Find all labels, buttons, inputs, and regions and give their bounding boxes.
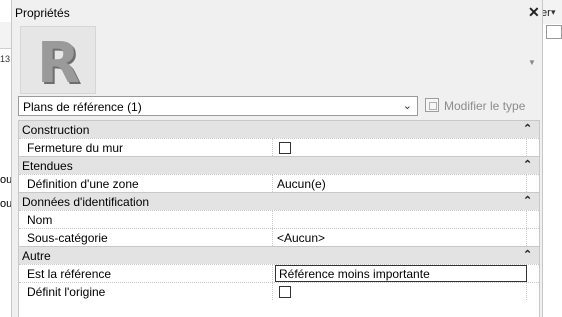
- chevron-down-icon: ⌄: [402, 100, 412, 112]
- properties-palette: Propriétés ✕ R ▼ Plans de référence (1) …: [11, 0, 543, 317]
- property-row: Fermeture du mur: [19, 138, 539, 156]
- properties-grid: Construction ⌃ Fermeture du mur Etendues…: [18, 120, 540, 317]
- background-right-fragment: er ▾: [541, 0, 562, 317]
- palette-titlebar[interactable]: Propriétés ✕: [12, 0, 542, 24]
- chevron-down-icon[interactable]: ▾: [551, 7, 556, 18]
- property-name: Sous-catégorie: [19, 229, 273, 246]
- group-label: Etendues: [22, 159, 73, 173]
- checkbox-fermeture-du-mur[interactable]: [279, 142, 291, 154]
- collapse-icon[interactable]: ⌃: [523, 248, 532, 261]
- type-preview-image: R: [20, 26, 96, 96]
- property-value[interactable]: [275, 211, 527, 228]
- group-etendues[interactable]: Etendues ⌃: [19, 156, 539, 174]
- type-selector-dropdown[interactable]: Plans de référence (1) ⌄: [18, 96, 418, 116]
- group-autre[interactable]: Autre ⌃: [19, 246, 539, 264]
- property-name: Est la référence: [19, 265, 273, 282]
- background-left-fragment: 13 ou ou: [0, 0, 12, 317]
- property-value-input[interactable]: Référence moins importante: [275, 265, 527, 282]
- property-name: Fermeture du mur: [19, 139, 273, 156]
- edit-type-icon: [425, 98, 439, 112]
- property-name: Définition d'une zone: [19, 175, 273, 192]
- group-label: Autre: [22, 249, 51, 263]
- palette-title: Propriétés: [15, 6, 70, 20]
- property-value[interactable]: Aucun(e): [275, 175, 527, 192]
- modify-type-button[interactable]: Modifier le type: [424, 96, 542, 116]
- property-row: Est la référence Référence moins importa…: [19, 264, 539, 282]
- background-toolbar-strip: [0, 22, 11, 49]
- window-icon[interactable]: [546, 25, 562, 39]
- property-name: Nom: [19, 211, 273, 228]
- revit-logo-icon: R: [37, 31, 81, 96]
- property-name: Définit l'origine: [19, 283, 273, 300]
- close-icon[interactable]: ✕: [528, 4, 540, 21]
- background-number: 13: [0, 54, 11, 64]
- collapse-icon[interactable]: ⌃: [523, 194, 532, 207]
- property-value[interactable]: <Aucun>: [275, 229, 527, 246]
- property-value[interactable]: [275, 139, 527, 156]
- property-row: Définit l'origine: [19, 282, 539, 300]
- preview-dropdown-icon[interactable]: ▼: [528, 58, 536, 67]
- collapse-icon[interactable]: ⌃: [523, 158, 532, 171]
- property-row: Définition d'une zone Aucun(e): [19, 174, 539, 192]
- property-row: Sous-catégorie <Aucun>: [19, 228, 539, 246]
- group-label: Construction: [22, 123, 90, 137]
- modify-type-label: Modifier le type: [444, 99, 526, 113]
- property-row: Nom: [19, 210, 539, 228]
- collapse-icon[interactable]: ⌃: [523, 122, 532, 135]
- type-selector-value: Plans de référence (1): [23, 100, 142, 114]
- group-donnees-identification[interactable]: Données d'identification ⌃: [19, 192, 539, 210]
- group-label: Données d'identification: [22, 195, 150, 209]
- group-construction[interactable]: Construction ⌃: [19, 120, 539, 138]
- checkbox-definit-origine[interactable]: [279, 286, 291, 298]
- property-value[interactable]: [275, 283, 527, 300]
